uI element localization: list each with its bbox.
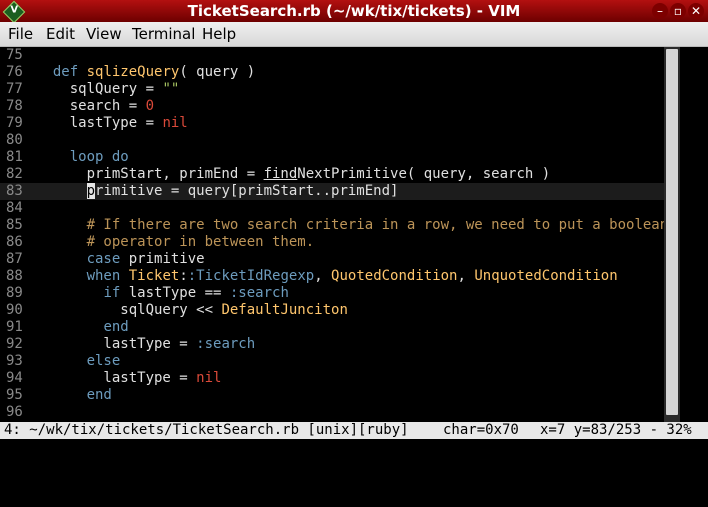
line-number: 80	[6, 132, 23, 148]
code-line[interactable]: 84	[0, 200, 664, 217]
code-line[interactable]: 85 # If there are two search criteria in…	[0, 217, 668, 234]
line-number: 79	[6, 115, 23, 131]
code-line[interactable]: 80	[0, 132, 664, 149]
code-line[interactable]: 88 when Ticket::TicketIdRegexp, QuotedCo…	[0, 268, 664, 285]
status-file: 4: ~/wk/tix/tickets/TicketSearch.rb [uni…	[4, 422, 409, 438]
code-line[interactable]: 87 case primitive	[0, 251, 664, 268]
code-line[interactable]: 96	[0, 404, 664, 421]
menu-file[interactable]: File	[8, 25, 33, 43]
code-line[interactable]: 79 lastType = nil	[0, 115, 664, 132]
code-line[interactable]: 78 search = 0	[0, 98, 664, 115]
line-number: 77	[6, 81, 23, 97]
line-number: 89	[6, 285, 23, 301]
line-number: 95	[6, 387, 23, 403]
line-number: 81	[6, 149, 23, 165]
code-line[interactable]: 83 primitive = query[primStart..primEnd]	[0, 183, 664, 200]
line-number: 96	[6, 404, 23, 420]
vim-window: V TicketSearch.rb (~/wk/tix/tickets) - V…	[0, 0, 708, 460]
status-position: x=7 y=83/253 - 32%	[540, 422, 692, 438]
code-line[interactable]: 86 # operator in between them.	[0, 234, 664, 251]
line-number: 87	[6, 251, 23, 267]
code-line[interactable]: 94 lastType = nil	[0, 370, 664, 387]
line-number: 83	[6, 183, 23, 199]
line-number: 84	[6, 200, 23, 216]
vertical-scrollbar[interactable]	[664, 47, 680, 422]
code-line[interactable]: 89 if lastType == :search	[0, 285, 664, 302]
menu-terminal[interactable]: Terminal	[132, 25, 195, 43]
text-cursor: p	[86, 183, 96, 199]
menu-help[interactable]: Help	[202, 25, 236, 43]
line-number: 91	[6, 319, 23, 335]
code-line[interactable]: 82 primStart, primEnd = findNextPrimitiv…	[0, 166, 664, 183]
line-number: 90	[6, 302, 23, 318]
close-icon[interactable]: ✕	[688, 3, 704, 19]
window-title: TicketSearch.rb (~/wk/tix/tickets) - VIM	[187, 2, 521, 20]
code-line[interactable]: 92 lastType = :search	[0, 336, 664, 353]
code-line[interactable]: 91 end	[0, 319, 664, 336]
status-char: char=0x70	[443, 422, 519, 438]
line-number: 76	[6, 64, 23, 80]
line-number: 86	[6, 234, 23, 250]
menu-view[interactable]: View	[86, 25, 122, 43]
command-line[interactable]	[0, 439, 708, 460]
title-bar[interactable]: V TicketSearch.rb (~/wk/tix/tickets) - V…	[0, 0, 708, 24]
line-number: 93	[6, 353, 23, 369]
status-line: 4: ~/wk/tix/tickets/TicketSearch.rb [uni…	[0, 422, 708, 439]
code-line[interactable]: 93 else	[0, 353, 664, 370]
code-line[interactable]: 95 end	[0, 387, 664, 404]
code-line[interactable]: 81 loop do	[0, 149, 664, 166]
line-number: 75	[6, 47, 23, 63]
code-line[interactable]: 75	[0, 47, 664, 64]
minimize-icon[interactable]: –	[652, 3, 668, 19]
line-number: 88	[6, 268, 23, 284]
scrollbar-thumb[interactable]	[666, 49, 678, 415]
line-number: 94	[6, 370, 23, 386]
line-number: 82	[6, 166, 23, 182]
line-number: 85	[6, 217, 23, 233]
code-line[interactable]: 90 sqlQuery << DefaultJunciton	[0, 302, 664, 319]
line-number: 92	[6, 336, 23, 352]
line-number: 78	[6, 98, 23, 114]
code-line[interactable]: 76 def sqlizeQuery( query )	[0, 64, 664, 81]
editor-text-area[interactable]: 75 76 def sqlizeQuery( query ) 77 sqlQuery…	[0, 47, 708, 422]
menu-edit[interactable]: Edit	[46, 25, 75, 43]
maximize-icon[interactable]: ▫	[670, 3, 686, 19]
menu-bar: File Edit View Terminal Help	[0, 22, 708, 47]
code-line[interactable]: 77 sqlQuery = ""	[0, 81, 664, 98]
